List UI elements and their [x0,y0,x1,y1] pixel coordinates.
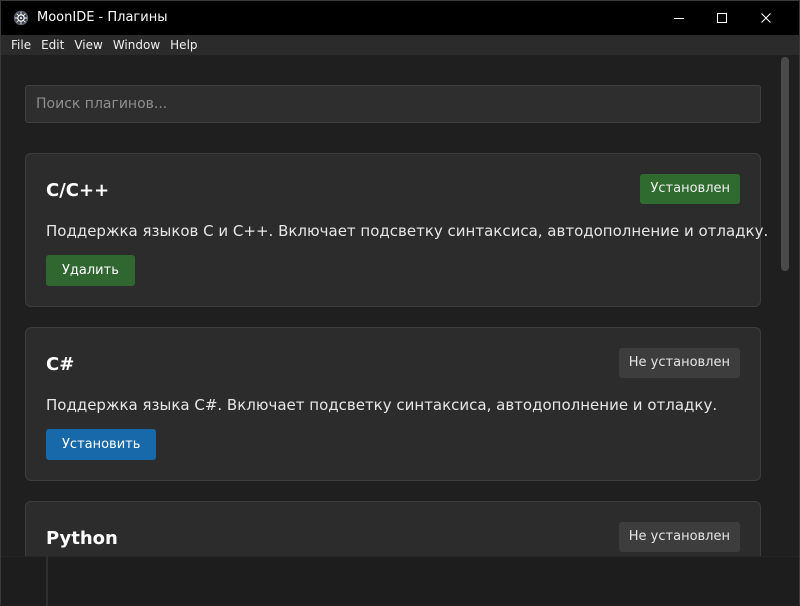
installed-status-badge: Установлен [640,174,740,204]
plugin-description: Поддержка языков C и C++. Включает подсв… [46,222,769,240]
close-icon [761,13,771,23]
plugin-card-python: Python Не установлен [25,501,761,556]
plugin-card-cpp: C/C++ Установлен Поддержка языков C и C+… [25,153,768,307]
scrollbar-thumb[interactable] [781,57,789,271]
menu-view[interactable]: View [69,35,107,55]
bottom-area [1,556,799,605]
not-installed-status-badge: Не установлен [618,348,740,378]
app-window: MoonIDE - Плагины File Edit View Window … [0,0,800,606]
remove-plugin-button[interactable]: Удалить [46,255,135,286]
plugin-name: C/C++ [46,180,110,201]
install-plugin-button[interactable]: Установить [46,429,157,460]
menu-help[interactable]: Help [165,35,202,55]
panel-divider [46,556,48,606]
minimize-icon [674,18,684,19]
menu-bar: File Edit View Window Help [1,35,799,55]
menu-file[interactable]: File [6,35,36,55]
maximize-button[interactable] [699,1,745,35]
plugin-search-input[interactable] [25,85,761,123]
window-title: MoonIDE - Плагины [37,10,168,25]
plugin-name: C# [46,354,75,375]
menu-window[interactable]: Window [108,35,165,55]
close-button[interactable] [743,1,789,35]
menu-edit[interactable]: Edit [36,35,69,55]
not-installed-status-badge: Не установлен [618,522,740,552]
title-bar[interactable]: MoonIDE - Плагины [1,1,799,35]
app-logo-icon [13,10,29,26]
plugin-description: Поддержка языка C#. Включает подсветку с… [46,396,718,414]
plugin-name: Python [46,528,118,549]
maximize-icon [717,13,727,23]
plugin-card-csharp: C# Не установлен Поддержка языка C#. Вкл… [25,327,761,481]
minimize-button[interactable] [656,1,702,35]
